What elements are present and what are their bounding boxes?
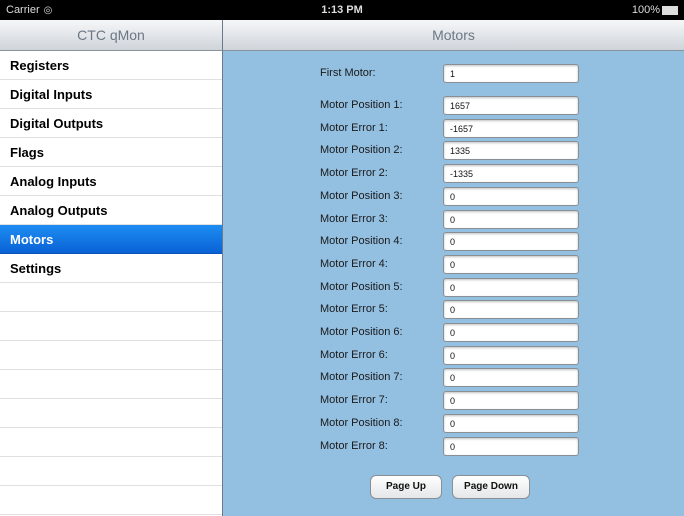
motor-error-5-label: Motor Error 5: (320, 303, 388, 316)
motor-position-2-field[interactable]: 1335 (443, 141, 579, 161)
empty-row (0, 457, 222, 486)
battery-percent: 100% (631, 4, 660, 16)
motor-position-3-label: Motor Position 3: (320, 189, 403, 202)
empty-row (0, 428, 222, 457)
menu-item-digital-inputs[interactable]: Digital Inputs (0, 80, 222, 109)
motor-error-4-label: Motor Error 4: (320, 257, 388, 270)
menu-list: Registers Digital Inputs Digital Outputs Fl… (0, 51, 222, 515)
motor-error-2-label: Motor Error 2: (320, 167, 388, 180)
motor-error-6-field[interactable]: 0 (443, 345, 579, 365)
first-motor-field[interactable]: 1 (443, 64, 579, 83)
battery-indicator: 100% (632, 4, 678, 16)
empty-row (0, 341, 222, 370)
motor-error-6-label: Motor Error 6: (320, 348, 388, 361)
first-motor-row: First Motor: 1 (223, 64, 684, 86)
motor-error-5-row: Motor Error 5: 0 (223, 300, 684, 322)
motor-position-2-row: Motor Position 2: 1335 (223, 141, 684, 163)
motor-position-3-row: Motor Position 3: 0 (223, 186, 684, 209)
menu-item-registers[interactable]: Registers (0, 51, 222, 80)
menu-item-analog-inputs[interactable]: Analog Inputs (0, 167, 222, 196)
motor-position-4-field[interactable]: 0 (443, 232, 579, 252)
motor-error-7-field[interactable]: 0 (443, 391, 579, 411)
motor-error-3-field[interactable]: 0 (443, 209, 579, 229)
motor-error-2-row: Motor Error 2: -1335 (223, 164, 684, 186)
motor-error-8-label: Motor Error 8: (320, 439, 388, 452)
motor-error-7-label: Motor Error 7: (320, 394, 388, 407)
page-down-button[interactable]: Page Down (452, 475, 530, 499)
status-bar: Carrier ◎ 1:13 PM 100% (0, 0, 684, 20)
motor-position-5-label: Motor Position 5: (320, 280, 403, 293)
motor-error-6-row: Motor Error 6: 0 (223, 345, 684, 368)
empty-row (0, 370, 222, 399)
clock: 1:13 PM (321, 4, 363, 16)
motor-position-8-row: Motor Position 8: 0 (223, 413, 684, 436)
motor-error-1-row: Motor Error 1: -1657 (223, 118, 684, 141)
motor-error-8-field[interactable]: 0 (443, 436, 579, 456)
motor-error-1-field[interactable]: -1657 (443, 118, 579, 138)
empty-row (0, 486, 222, 515)
motor-position-2-label: Motor Position 2: (320, 144, 403, 157)
motor-position-4-row: Motor Position 4: 0 (223, 232, 684, 254)
motor-error-3-row: Motor Error 3: 0 (223, 209, 684, 232)
first-motor-label: First Motor: (320, 67, 376, 79)
menu-item-digital-outputs[interactable]: Digital Outputs (0, 109, 222, 138)
detail-panel: Motors First Motor: 1 Motor Position 1: 165… (223, 20, 684, 516)
menu-item-settings[interactable]: Settings (0, 254, 222, 283)
motor-error-4-field[interactable]: 0 (443, 254, 579, 274)
menu-item-flags[interactable]: Flags (0, 138, 222, 167)
motor-position-6-label: Motor Position 6: (320, 326, 403, 338)
page-up-button[interactable]: Page Up (370, 475, 442, 499)
motor-position-8-label: Motor Position 8: (320, 416, 403, 429)
motor-error-1-label: Motor Error 1: (320, 121, 388, 134)
motor-error-7-row: Motor Error 7: 0 (223, 391, 684, 413)
motor-position-1-row: Motor Position 1: 1657 (223, 96, 684, 118)
motor-error-8-row: Motor Error 8: 0 (223, 436, 684, 459)
motor-position-7-field[interactable]: 0 (443, 368, 579, 388)
motor-position-1-label: Motor Position 1: (320, 99, 403, 111)
motor-error-5-field[interactable]: 0 (443, 300, 579, 320)
battery-icon (662, 5, 678, 15)
motor-position-4-label: Motor Position 4: (320, 235, 403, 248)
app-title: CTC qMon (77, 27, 145, 43)
master-nav-bar: CTC qMon (0, 20, 222, 51)
motor-error-4-row: Motor Error 4: 0 (223, 254, 684, 277)
motor-position-6-row: Motor Position 6: 0 (223, 323, 684, 345)
motor-error-2-field[interactable]: -1335 (443, 164, 579, 184)
motor-position-1-field[interactable]: 1657 (443, 96, 579, 115)
motor-error-3-label: Motor Error 3: (320, 212, 388, 225)
menu-item-motors[interactable]: Motors (0, 225, 222, 254)
master-panel: CTC qMon Registers Digital Inputs Digital … (0, 20, 223, 516)
motor-position-5-row: Motor Position 5: 0 (223, 277, 684, 300)
menu-item-analog-outputs[interactable]: Analog Outputs (0, 196, 222, 225)
detail-nav-bar: Motors (223, 20, 684, 51)
detail-title: Motors (432, 27, 475, 43)
motor-position-7-label: Motor Position 7: (320, 371, 403, 384)
motor-position-8-field[interactable]: 0 (443, 413, 579, 433)
motor-position-6-field[interactable]: 0 (443, 323, 579, 342)
motor-position-3-field[interactable]: 0 (443, 186, 579, 206)
empty-row (0, 399, 222, 428)
motor-position-5-field[interactable]: 0 (443, 277, 579, 297)
empty-row (0, 312, 222, 341)
empty-row (0, 283, 222, 312)
motor-position-7-row: Motor Position 7: 0 (223, 368, 684, 390)
